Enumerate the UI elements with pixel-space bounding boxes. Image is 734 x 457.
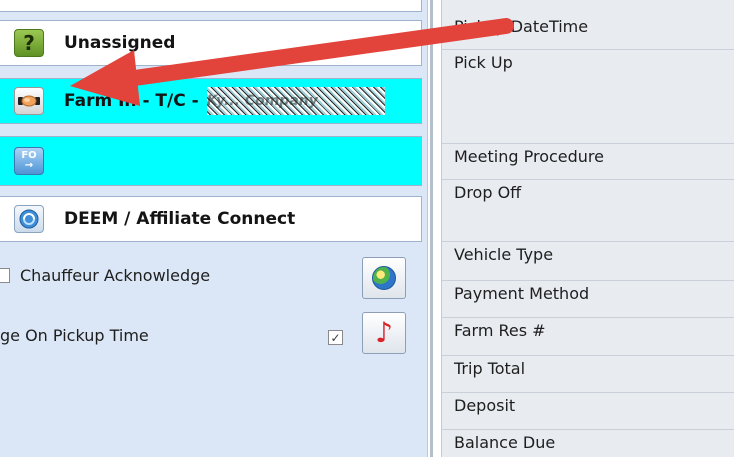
farm-in-label: Farm In - T/C - bbox=[64, 91, 199, 111]
music-note-icon: ♪ bbox=[375, 316, 393, 349]
farm-in-button[interactable]: Farm In - T/C - Ky... Company bbox=[0, 78, 422, 124]
deem-connect-icon bbox=[14, 205, 44, 233]
deem-affiliate-connect-button[interactable]: DEEM / Affiliate Connect bbox=[0, 196, 422, 242]
unassigned-button[interactable]: ? Unassigned bbox=[0, 20, 422, 66]
fo-button[interactable]: FO → bbox=[0, 136, 422, 186]
field-trip-total: Trip Total bbox=[442, 356, 734, 393]
field-drop-off: Drop Off bbox=[442, 180, 734, 242]
sound-button[interactable]: ♪ bbox=[362, 312, 406, 354]
globe-button[interactable] bbox=[362, 257, 406, 299]
field-balance-due: Balance Due bbox=[454, 433, 556, 452]
pickup-time-checkbox[interactable]: ✓ bbox=[328, 330, 343, 345]
chauffeur-acknowledge-label: Chauffeur Acknowledge bbox=[20, 266, 211, 285]
field-vehicle-type: Vehicle Type bbox=[442, 242, 734, 281]
pickup-time-row: ge On Pickup Time bbox=[0, 326, 149, 345]
field-meeting-procedure: Meeting Procedure bbox=[442, 144, 734, 180]
redacted-company-name: Ky... Company bbox=[206, 87, 385, 115]
field-deposit: Deposit bbox=[442, 393, 734, 430]
handshake-icon bbox=[14, 87, 44, 115]
question-icon: ? bbox=[14, 29, 44, 57]
field-pickup-datetime: Pickup DateTime bbox=[442, 14, 734, 50]
panel-divider[interactable] bbox=[430, 0, 433, 457]
field-payment-method: Payment Method bbox=[442, 281, 734, 318]
field-farm-res: Farm Res # bbox=[442, 318, 734, 356]
assignment-panel: ? Unassigned Farm In - T/C - Ky... Compa… bbox=[0, 0, 428, 457]
unassigned-label: Unassigned bbox=[64, 33, 176, 53]
fo-icon: FO → bbox=[14, 147, 44, 175]
globe-icon bbox=[372, 266, 396, 290]
top-strip bbox=[0, 0, 422, 12]
pickup-time-label: ge On Pickup Time bbox=[0, 326, 149, 345]
chauffeur-acknowledge-checkbox[interactable] bbox=[0, 268, 10, 283]
chauffeur-acknowledge-row: Chauffeur Acknowledge bbox=[0, 266, 210, 285]
fo-arrow-glyph: → bbox=[24, 160, 34, 171]
field-pick-up: Pick Up bbox=[442, 50, 734, 144]
deem-label: DEEM / Affiliate Connect bbox=[64, 209, 296, 229]
trip-details-panel: Pickup DateTime Pick Up Meeting Procedur… bbox=[441, 0, 734, 457]
